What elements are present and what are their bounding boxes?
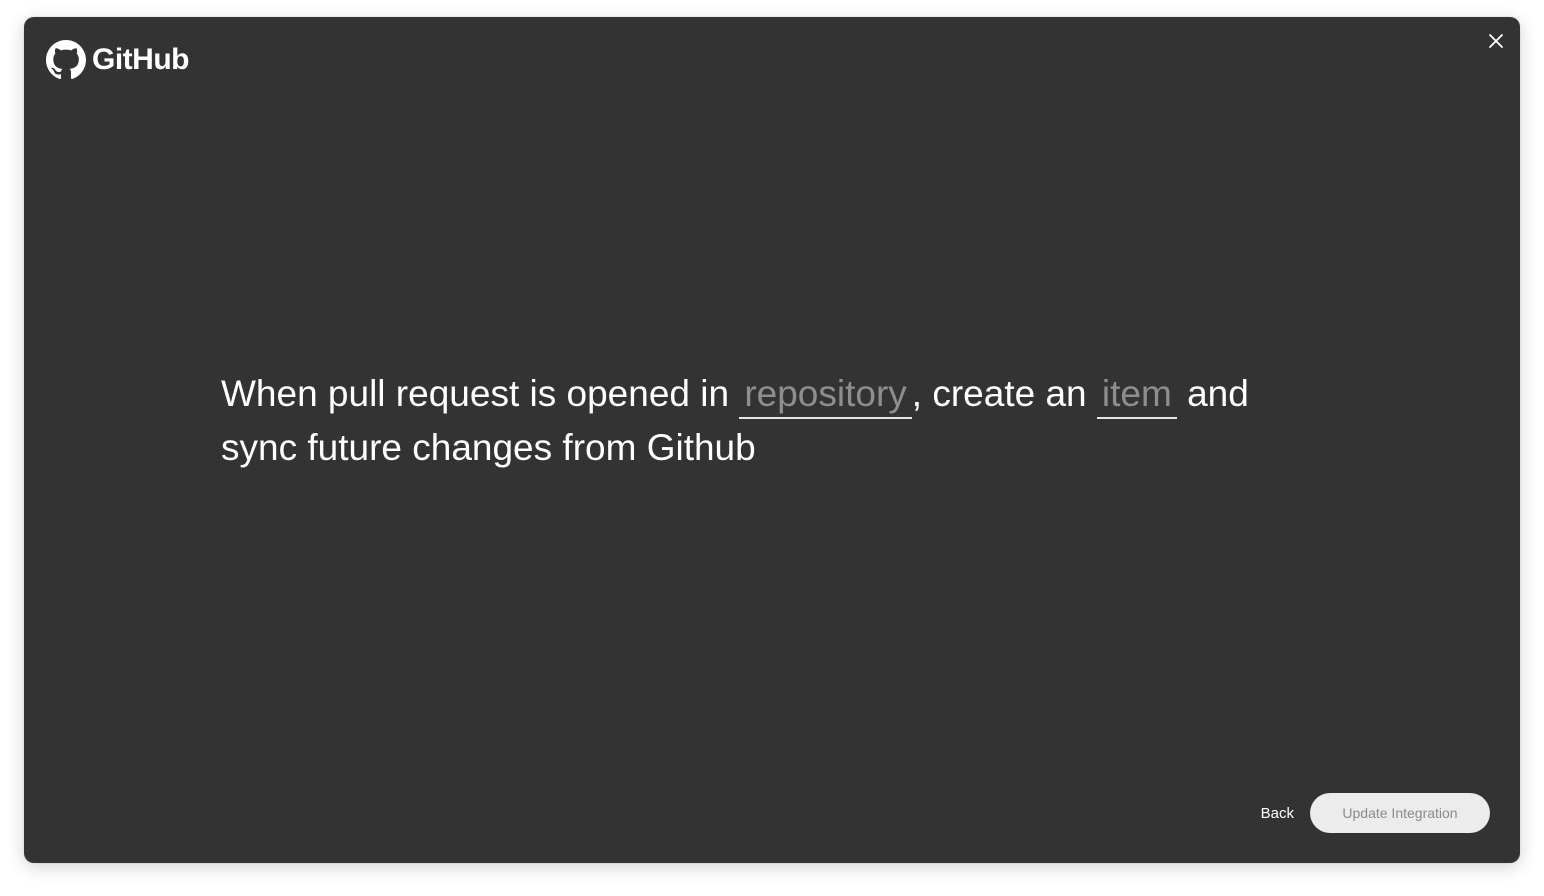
recipe-sentence: When pull request is opened in repositor… [221, 367, 1301, 475]
github-octocat-icon [46, 40, 86, 80]
integration-modal: GitHub When pull request is opened in re… [24, 17, 1520, 863]
item-selector[interactable]: item [1096, 371, 1177, 419]
repository-selector[interactable]: repository [739, 371, 912, 419]
recipe-text-part1: When pull request is opened in [221, 373, 740, 414]
modal-footer: Back Update Integration [1261, 793, 1490, 833]
close-button[interactable] [1486, 31, 1506, 51]
close-icon [1489, 34, 1503, 48]
logo-wordmark: GitHub [92, 43, 189, 76]
back-button[interactable]: Back [1261, 801, 1294, 826]
github-logo: GitHub [46, 39, 189, 81]
update-integration-button[interactable]: Update Integration [1310, 793, 1490, 833]
recipe-text-part2: , create an [911, 373, 1097, 414]
